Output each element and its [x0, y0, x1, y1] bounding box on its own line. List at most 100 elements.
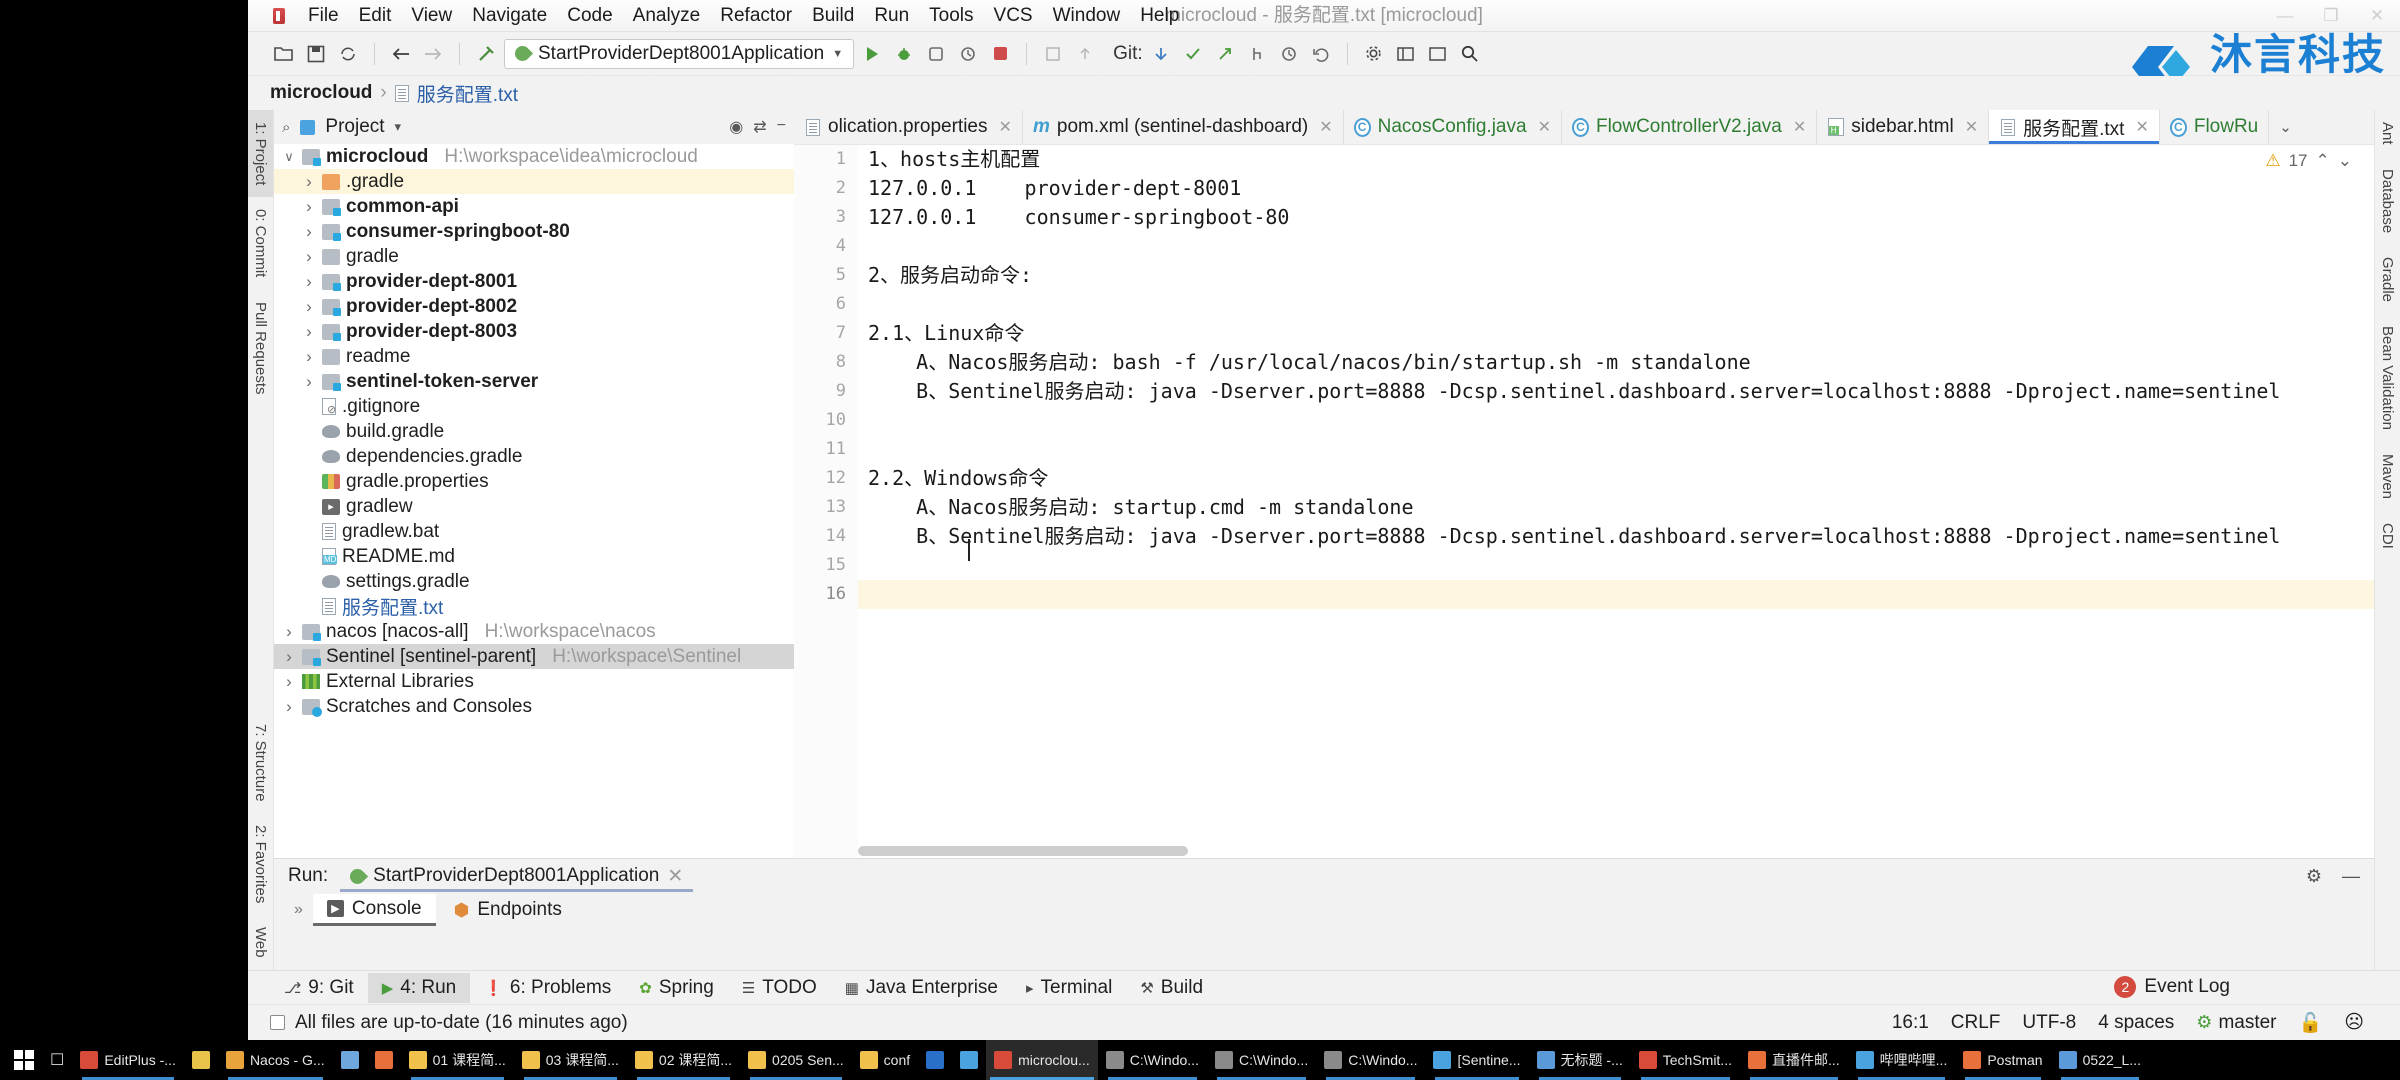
search-icon[interactable]	[1456, 40, 1484, 68]
git-branch-widget[interactable]: ⚙ master	[2196, 1012, 2276, 1034]
gear-icon[interactable]: ⚙	[2306, 866, 2322, 887]
rail-item-ant[interactable]: Ant	[2375, 110, 2400, 157]
line-separator[interactable]: CRLF	[1951, 1012, 2001, 1034]
expand-all-icon[interactable]: ⇄	[753, 117, 766, 137]
taskbar-item[interactable]	[367, 1040, 401, 1080]
git-commit-icon[interactable]	[1179, 40, 1207, 68]
editor-tabs-overflow[interactable]: ⌄	[2269, 110, 2302, 144]
chevron-right-icon[interactable]	[302, 272, 316, 292]
chevron-right-icon[interactable]	[302, 347, 316, 367]
deploy-icon[interactable]	[1071, 40, 1099, 68]
tree-row[interactable]: 服务配置.txt	[274, 594, 794, 619]
back-arrow-icon[interactable]	[387, 40, 415, 68]
taskbar-item[interactable]: 哔哩哔哩...	[1848, 1040, 1956, 1080]
editor-tab-bar[interactable]: olication.properties ✕ m pom.xml (sentinel-…	[794, 110, 2374, 144]
editor[interactable]: 1 2 3 4 5 6 7 8 9 10 11 12 13 14 15 16 1、hosts主机配置 127.0…	[794, 144, 2374, 858]
menu-vcs[interactable]: VCS	[984, 0, 1043, 32]
code-line[interactable]: 127.0.0.1 provider-dept-8001	[858, 174, 2374, 203]
rail-item-cdi[interactable]: CDI	[2375, 511, 2400, 561]
taskbar-item[interactable]: 0522_L...	[2051, 1040, 2149, 1080]
tool-window-button-build[interactable]: ⚒ Build	[1126, 973, 1217, 1003]
forward-arrow-icon[interactable]	[419, 40, 447, 68]
taskbar-item[interactable]: microclou...	[986, 1040, 1098, 1080]
tree-row[interactable]: build.gradle	[274, 419, 794, 444]
taskbar-item[interactable]: Nacos - G...	[218, 1040, 333, 1080]
run-button[interactable]	[858, 40, 886, 68]
taskbar-item[interactable]: 02 课程简...	[627, 1040, 740, 1080]
editor-tab[interactable]: olication.properties ✕	[794, 110, 1023, 144]
taskbar-item[interactable]: C:\Windo...	[1316, 1040, 1425, 1080]
tool-window-button-git[interactable]: ⎇ 9: Git	[270, 973, 368, 1003]
tree-row[interactable]: README.md	[274, 544, 794, 569]
tool-window-button-terminal[interactable]: ▸ Terminal	[1012, 973, 1126, 1003]
taskbar-item[interactable]: [Sentine...	[1425, 1040, 1528, 1080]
chevron-right-icon[interactable]	[302, 247, 316, 267]
caret-position[interactable]: 16:1	[1892, 1012, 1929, 1034]
menu-refactor[interactable]: Refactor	[710, 0, 802, 32]
code-line[interactable]	[858, 551, 2374, 580]
next-problem-icon[interactable]: ⌄	[2338, 151, 2352, 171]
close-icon[interactable]: ✕	[1538, 117, 1551, 137]
tree-row[interactable]: settings.gradle	[274, 569, 794, 594]
editor-tab[interactable]: 服务配置.txt ✕	[1989, 110, 2160, 144]
profile-button[interactable]	[954, 40, 982, 68]
inspection-icon[interactable]: ☹	[2344, 1011, 2364, 1034]
chevron-right-icon[interactable]	[302, 222, 316, 242]
code-line[interactable]: A、Nacos服务启动: bash -f /usr/local/nacos/bi…	[858, 348, 2374, 377]
rail-item-database[interactable]: Database	[2375, 157, 2400, 245]
chevron-right-icon[interactable]	[302, 372, 316, 392]
build-hammer-icon[interactable]	[472, 40, 500, 68]
layout-icon[interactable]	[1424, 40, 1452, 68]
tree-row[interactable]: gradle.properties	[274, 469, 794, 494]
event-log-widget[interactable]: 2 Event Log	[2114, 976, 2230, 998]
editor-inspection-widget[interactable]: ⚠ 17 ⌃ ⌄	[2265, 151, 2352, 171]
app-server-icon[interactable]	[1039, 40, 1067, 68]
code-line[interactable]: A、Nacos服务启动: startup.cmd -m standalone	[858, 493, 2374, 522]
tree-row[interactable]: sentinel-token-server	[274, 369, 794, 394]
code-line[interactable]	[858, 435, 2374, 464]
prev-problem-icon[interactable]: ⌃	[2316, 151, 2330, 171]
git-update-icon[interactable]	[1147, 40, 1175, 68]
tree-row[interactable]: readme	[274, 344, 794, 369]
git-revert-icon[interactable]	[1307, 40, 1335, 68]
tree-row[interactable]: microcloud H:\workspace\idea\microcloud	[274, 144, 794, 169]
tree-row[interactable]: provider-dept-8002	[274, 294, 794, 319]
minimize-icon[interactable]: —	[2342, 866, 2360, 887]
tree-row[interactable]: common-api	[274, 194, 794, 219]
rail-item-bean-validation[interactable]: Bean Validation	[2375, 314, 2400, 442]
rail-item-favorites[interactable]: 2: Favorites	[248, 813, 273, 915]
chevron-right-icon[interactable]	[302, 197, 316, 217]
stop-button[interactable]	[986, 40, 1014, 68]
tree-row[interactable]: External Libraries	[274, 669, 794, 694]
git-history-icon[interactable]	[1275, 40, 1303, 68]
tree-row[interactable]: nacos [nacos-all] H:\workspace\nacos	[274, 619, 794, 644]
windows-taskbar[interactable]: ☐ EditPlus -... Nacos - G... 01 课程简... 03 课程…	[0, 1040, 2400, 1080]
tree-row[interactable]: .gitignore	[274, 394, 794, 419]
collapse-all-icon[interactable]: −	[777, 117, 786, 137]
menu-analyze[interactable]: Analyze	[623, 0, 711, 32]
maximize-button[interactable]: ❐	[2308, 0, 2354, 32]
run-subtab-console[interactable]: ▶ Console	[312, 894, 436, 926]
code-line[interactable]	[858, 406, 2374, 435]
chevron-right-icon[interactable]	[282, 622, 296, 642]
close-icon[interactable]: ✕	[1965, 117, 1978, 137]
editor-tab[interactable]: sidebar.html ✕	[1817, 110, 1990, 144]
rail-item-pull-requests[interactable]: Pull Requests	[248, 290, 273, 407]
chevron-right-icon[interactable]	[282, 647, 296, 667]
taskbar-item[interactable]: 0205 Sen...	[740, 1040, 852, 1080]
menu-help[interactable]: Help	[1130, 0, 1189, 32]
breadcrumb-file[interactable]: 服务配置.txt	[417, 80, 518, 107]
minimize-button[interactable]: —	[2262, 0, 2308, 32]
run-config-tab[interactable]: StartProviderDept8001Application ✕	[340, 860, 694, 892]
chevron-right-icon[interactable]	[302, 172, 316, 192]
menu-file[interactable]: File	[298, 0, 349, 32]
code-line[interactable]: 1、hosts主机配置	[858, 145, 2374, 174]
chevron-right-icon[interactable]	[302, 297, 316, 317]
code-line[interactable]	[858, 580, 2374, 609]
tree-row[interactable]: dependencies.gradle	[274, 444, 794, 469]
chevron-right-icon[interactable]	[282, 697, 296, 717]
tree-row[interactable]: provider-dept-8003	[274, 319, 794, 344]
tool-window-button-java-enterprise[interactable]: ▦ Java Enterprise	[831, 973, 1012, 1003]
tree-row[interactable]: gradlew	[274, 494, 794, 519]
rail-item-maven[interactable]: Maven	[2375, 442, 2400, 511]
